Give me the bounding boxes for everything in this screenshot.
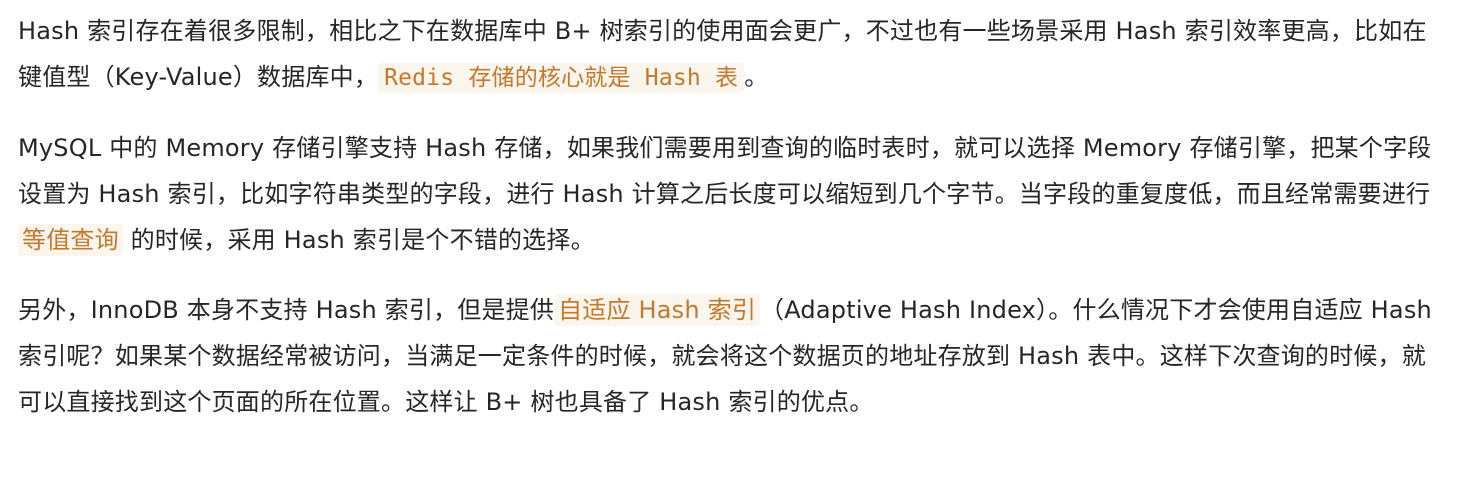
article-body: Hash 索引存在着很多限制，相比之下在数据库中 B+ 树索引的使用面会更广，不… — [0, 0, 1476, 425]
paragraph-adaptive-hash-index: 另外，InnoDB 本身不支持 Hash 索引，但是提供 自适应 Hash 索引（… — [18, 287, 1446, 425]
highlight-equality-query: 等值查询 — [18, 224, 123, 256]
highlight-adaptive-hash-index: 自适应 Hash 索引 — [554, 294, 761, 326]
paragraph-text: 另外，InnoDB 本身不支持 Hash 索引，但是提供 — [18, 296, 555, 324]
paragraph-text: MySQL 中的 Memory 存储引擎支持 Hash 存储，如果我们需要用到查… — [18, 134, 1432, 208]
inline-code-redis-hash: Redis 存储的核心就是 Hash 表 — [378, 63, 745, 93]
paragraph-text: 。 — [744, 63, 769, 91]
paragraph-memory-engine: MySQL 中的 Memory 存储引擎支持 Hash 存储，如果我们需要用到查… — [18, 125, 1446, 263]
paragraph-text: 的时候，采用 Hash 索引是个不错的选择。 — [130, 226, 595, 254]
paragraph-hash-index-limits: Hash 索引存在着很多限制，相比之下在数据库中 B+ 树索引的使用面会更广，不… — [18, 8, 1446, 101]
